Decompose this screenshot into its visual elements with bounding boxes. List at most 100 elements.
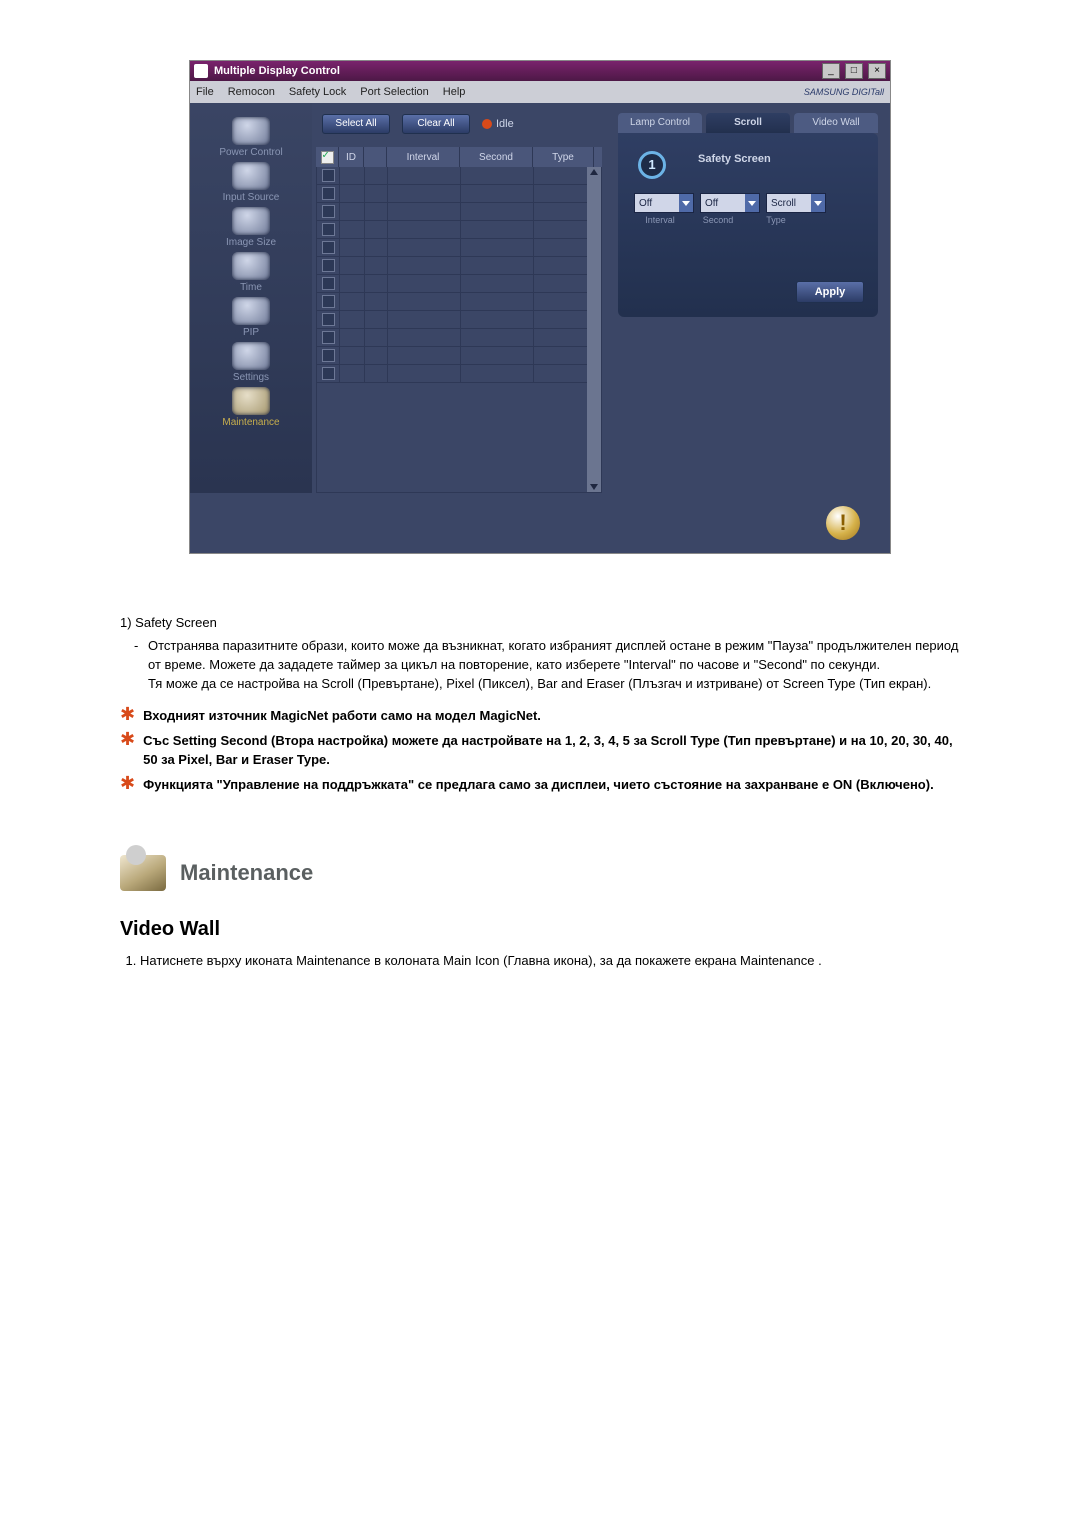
interval-label: Interval <box>634 215 686 225</box>
window-controls: _ □ × <box>820 63 886 79</box>
interval-dropdown[interactable]: Off <box>634 193 694 213</box>
row-checkbox[interactable] <box>322 331 335 344</box>
tab-scroll[interactable]: Scroll <box>706 113 790 133</box>
table-row[interactable] <box>317 239 601 257</box>
row-checkbox[interactable] <box>322 277 335 290</box>
safety-screen-panel: 1 Safety Screen Off Off Scroll Interval … <box>618 133 878 317</box>
row-checkbox[interactable] <box>322 349 335 362</box>
row-checkbox[interactable] <box>322 187 335 200</box>
second-label: Second <box>692 215 744 225</box>
time-icon <box>232 252 270 280</box>
header-checkbox[interactable] <box>321 151 334 164</box>
col-id: ID <box>339 147 364 167</box>
type-label: Type <box>750 215 802 225</box>
sidebar-item-time[interactable]: Time <box>196 252 306 293</box>
right-pane: Lamp Control Scroll Video Wall 1 Safety … <box>606 103 890 493</box>
chevron-down-icon <box>679 194 693 212</box>
grid-header: ID Interval Second Type <box>316 147 602 167</box>
star-icon: ✱ <box>120 776 135 790</box>
maximize-button[interactable]: □ <box>845 63 863 79</box>
minimize-button[interactable]: _ <box>822 63 840 79</box>
col-interval: Interval <box>387 147 460 167</box>
sidebar-item-settings[interactable]: Settings <box>196 342 306 383</box>
table-row[interactable] <box>317 203 601 221</box>
grid-toolbar: Select All Clear All Idle <box>312 103 606 139</box>
document-body: 1) Safety Screen Отстранява паразитните … <box>120 614 960 971</box>
brand-label: SAMSUNG DIGITall <box>804 87 884 97</box>
type-dropdown[interactable]: Scroll <box>766 193 826 213</box>
star-icon: ✱ <box>120 732 135 746</box>
table-row[interactable] <box>317 167 601 185</box>
table-row[interactable] <box>317 365 601 383</box>
note-1: ✱ Входният източник MagicNet работи само … <box>120 707 960 726</box>
star-icon: ✱ <box>120 707 135 721</box>
panel-title: Safety Screen <box>698 153 771 165</box>
row-checkbox[interactable] <box>322 313 335 326</box>
grid-body <box>316 167 602 493</box>
table-row[interactable] <box>317 275 601 293</box>
sidebar-item-maintenance[interactable]: Maintenance <box>196 387 306 428</box>
idle-dot-icon <box>482 119 492 129</box>
dd-value: Off <box>639 198 652 209</box>
section-title: Maintenance <box>180 857 313 889</box>
menubar: File Remocon Safety Lock Port Selection … <box>190 81 890 103</box>
row-checkbox[interactable] <box>322 367 335 380</box>
window-title: Multiple Display Control <box>214 65 820 77</box>
table-row[interactable] <box>317 347 601 365</box>
row-checkbox[interactable] <box>322 241 335 254</box>
menu-help[interactable]: Help <box>443 86 466 98</box>
row-checkbox[interactable] <box>322 295 335 308</box>
menu-remocon[interactable]: Remocon <box>228 86 275 98</box>
scrollbar[interactable] <box>587 167 601 492</box>
sidebar-label: Image Size <box>196 237 306 248</box>
col-type: Type <box>533 147 594 167</box>
settings-icon <box>232 342 270 370</box>
note-text: Със Setting Second (Втора настройка) мож… <box>143 732 960 770</box>
pip-icon <box>232 297 270 325</box>
col-second: Second <box>460 147 533 167</box>
alert-icon: ! <box>826 506 860 540</box>
select-all-button[interactable]: Select All <box>322 114 390 134</box>
sidebar-item-power[interactable]: Power Control <box>196 117 306 158</box>
row-checkbox[interactable] <box>322 223 335 236</box>
sidebar-item-image-size[interactable]: Image Size <box>196 207 306 248</box>
sidebar-label: Settings <box>196 372 306 383</box>
sidebar-item-input[interactable]: Input Source <box>196 162 306 203</box>
second-dropdown[interactable]: Off <box>700 193 760 213</box>
table-row[interactable] <box>317 185 601 203</box>
list-item-1: 1) Safety Screen <box>120 614 960 633</box>
idle-label: Idle <box>496 118 514 130</box>
close-button[interactable]: × <box>868 63 886 79</box>
item1-body: Отстранява паразитните образи, които мож… <box>148 637 960 694</box>
table-row[interactable] <box>317 257 601 275</box>
right-tabs: Lamp Control Scroll Video Wall <box>618 113 878 133</box>
app-icon <box>194 64 208 78</box>
table-row[interactable] <box>317 221 601 239</box>
tab-video-wall[interactable]: Video Wall <box>794 113 878 133</box>
sidebar-label: Power Control <box>196 147 306 158</box>
center-pane: Select All Clear All Idle ID Interval Se… <box>312 103 606 493</box>
row-checkbox[interactable] <box>322 205 335 218</box>
apply-button[interactable]: Apply <box>796 281 864 303</box>
table-row[interactable] <box>317 293 601 311</box>
row-checkbox[interactable] <box>322 169 335 182</box>
col-status-icon <box>364 147 387 167</box>
dd-value: Scroll <box>771 198 796 209</box>
row-checkbox[interactable] <box>322 259 335 272</box>
callout-1: 1 <box>638 151 666 179</box>
note-text: Функцията "Управление на поддръжката" се… <box>143 776 934 795</box>
menu-port-selection[interactable]: Port Selection <box>360 86 428 98</box>
tab-lamp-control[interactable]: Lamp Control <box>618 113 702 133</box>
sidebar-label: Input Source <box>196 192 306 203</box>
note-text: Входният източник MagicNet работи само н… <box>143 707 541 726</box>
step-1: Натиснете върху иконата Maintenance в ко… <box>140 952 960 971</box>
titlebar: Multiple Display Control _ □ × <box>190 61 890 81</box>
sidebar-item-pip[interactable]: PIP <box>196 297 306 338</box>
menu-safety-lock[interactable]: Safety Lock <box>289 86 346 98</box>
item1-label: Safety Screen <box>135 615 217 630</box>
table-row[interactable] <box>317 329 601 347</box>
clear-all-button[interactable]: Clear All <box>402 114 470 134</box>
table-row[interactable] <box>317 311 601 329</box>
dd-value: Off <box>705 198 718 209</box>
menu-file[interactable]: File <box>196 86 214 98</box>
